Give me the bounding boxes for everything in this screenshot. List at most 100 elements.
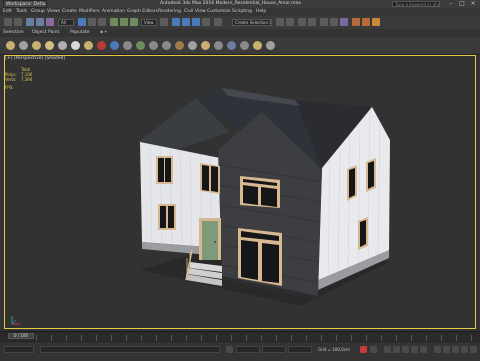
- menu-rendering[interactable]: Rendering: [158, 8, 181, 16]
- angle-snap-icon[interactable]: [182, 18, 190, 26]
- schematic-view-icon[interactable]: [330, 18, 338, 26]
- tool-icon-8[interactable]: [97, 41, 106, 50]
- menu-tools[interactable]: Tools: [16, 8, 27, 16]
- menu-civil-view[interactable]: Civil View: [184, 8, 206, 16]
- coord-y-field[interactable]: [262, 346, 286, 353]
- ribbon-options-icon[interactable]: ▪ ▾: [100, 29, 107, 37]
- menu-edit[interactable]: Edit: [3, 8, 12, 16]
- menu-create[interactable]: Create: [62, 8, 77, 16]
- menu-views[interactable]: Views: [47, 8, 60, 16]
- next-frame-icon[interactable]: [411, 346, 418, 353]
- move-icon[interactable]: [110, 18, 118, 26]
- tool-icon-4[interactable]: [45, 41, 54, 50]
- previous-frame-icon[interactable]: [393, 346, 400, 353]
- mirror-icon[interactable]: [276, 18, 284, 26]
- percent-snap-icon[interactable]: [192, 18, 200, 26]
- window-gable-lower: [358, 217, 368, 250]
- orbit-icon[interactable]: [452, 346, 459, 353]
- tool-icon-12[interactable]: [149, 41, 158, 50]
- window-gable-upper-right: [366, 158, 376, 192]
- zoom-all-icon[interactable]: [443, 346, 450, 353]
- named-selection-icon[interactable]: [214, 18, 222, 26]
- house-model: [11, 88, 390, 325]
- go-to-end-icon[interactable]: [420, 346, 427, 353]
- menu-scripting[interactable]: Scripting: [232, 8, 252, 16]
- go-to-start-icon[interactable]: [384, 346, 391, 353]
- scale-icon[interactable]: [130, 18, 138, 26]
- reference-coordinate-dropdown[interactable]: View: [141, 19, 157, 26]
- select-by-name-icon[interactable]: [88, 18, 96, 26]
- pivot-icon[interactable]: [160, 18, 168, 26]
- status-prompt-field: [40, 346, 220, 353]
- maxscript-listener-field[interactable]: [4, 346, 34, 353]
- tool-icon-17[interactable]: [214, 41, 223, 50]
- tool-icon-2[interactable]: [19, 41, 28, 50]
- region-select-icon[interactable]: [98, 18, 106, 26]
- render-setup-icon[interactable]: [352, 18, 360, 26]
- menu-animation[interactable]: Animation: [102, 8, 125, 16]
- link-icon[interactable]: [26, 18, 34, 26]
- tool-icon-16[interactable]: [201, 41, 210, 50]
- coord-z-field[interactable]: [288, 346, 312, 353]
- bind-spacewarp-icon[interactable]: [46, 18, 54, 26]
- window-lower-left: [158, 204, 176, 230]
- menu-graph-editors[interactable]: Graph Editors: [127, 8, 158, 16]
- coord-x-field[interactable]: [236, 346, 260, 353]
- undo-icon[interactable]: [4, 18, 12, 26]
- maximize-viewport-icon[interactable]: [470, 346, 477, 353]
- search-input[interactable]: Type a keyword or phrase: [392, 1, 440, 7]
- zoom-icon[interactable]: [434, 346, 441, 353]
- render-production-icon[interactable]: [372, 18, 380, 26]
- tab-object-paint[interactable]: Object Paint: [32, 29, 59, 37]
- tool-icon-15[interactable]: [188, 41, 197, 50]
- pan-icon[interactable]: [461, 346, 468, 353]
- tool-icon-14[interactable]: [175, 41, 184, 50]
- named-selection-set-dropdown[interactable]: Create Selection Se: [232, 19, 272, 26]
- axis-gizmo-icon: [11, 316, 20, 325]
- set-key-icon[interactable]: [370, 346, 377, 353]
- tool-icon-20[interactable]: [253, 41, 262, 50]
- tool-icon-13[interactable]: [162, 41, 171, 50]
- unlink-icon[interactable]: [36, 18, 44, 26]
- tool-icon-18[interactable]: [227, 41, 236, 50]
- spinner-snap-icon[interactable]: [202, 18, 210, 26]
- tool-icon-19[interactable]: [240, 41, 249, 50]
- tool-icon-9[interactable]: [110, 41, 119, 50]
- time-slider[interactable]: 0 / 100: [8, 333, 34, 339]
- selection-filter-dropdown[interactable]: All: [58, 19, 74, 26]
- play-icon[interactable]: [402, 346, 409, 353]
- tool-icon-6[interactable]: [71, 41, 80, 50]
- redo-icon[interactable]: [14, 18, 22, 26]
- snaps-toggle-icon[interactable]: [172, 18, 180, 26]
- material-editor-icon[interactable]: [340, 18, 348, 26]
- select-object-icon[interactable]: [78, 18, 86, 26]
- menu-help[interactable]: Help: [256, 8, 266, 16]
- graphite-toggle-icon[interactable]: [308, 18, 316, 26]
- rotate-icon[interactable]: [120, 18, 128, 26]
- maximize-icon[interactable]: □: [457, 0, 467, 8]
- tool-icon-3[interactable]: [32, 41, 41, 50]
- tab-selection[interactable]: Selection: [3, 29, 24, 37]
- auto-key-icon[interactable]: [360, 346, 367, 353]
- menu-modifiers[interactable]: Modifiers: [79, 8, 100, 16]
- tool-icon-11[interactable]: [136, 41, 145, 50]
- tab-populate[interactable]: Populate: [70, 29, 90, 37]
- tool-icon-7[interactable]: [84, 41, 93, 50]
- layer-manager-icon[interactable]: [298, 18, 306, 26]
- close-icon[interactable]: ×: [468, 0, 478, 8]
- rendered-frame-icon[interactable]: [362, 18, 370, 26]
- curve-editor-icon[interactable]: [320, 18, 328, 26]
- lock-selection-icon[interactable]: [226, 346, 233, 353]
- tool-icon-21[interactable]: [266, 41, 275, 50]
- tool-icon-5[interactable]: [58, 41, 67, 50]
- menu-group[interactable]: Group: [31, 8, 45, 16]
- workspace-dropdown[interactable]: Workspace: Default: [3, 0, 47, 8]
- tool-icon-10[interactable]: [123, 41, 132, 50]
- minimize-icon[interactable]: –: [446, 0, 456, 8]
- align-icon[interactable]: [286, 18, 294, 26]
- status-bar: Grid = 100,0cm: [0, 341, 480, 361]
- menu-customize[interactable]: Customize: [207, 8, 231, 16]
- sphere-tool-icon[interactable]: [6, 41, 15, 50]
- window-upper-middle: [200, 163, 220, 194]
- perspective-viewport[interactable]: [+] [Perspective] [Shaded] Total Polys: …: [0, 55, 480, 331]
